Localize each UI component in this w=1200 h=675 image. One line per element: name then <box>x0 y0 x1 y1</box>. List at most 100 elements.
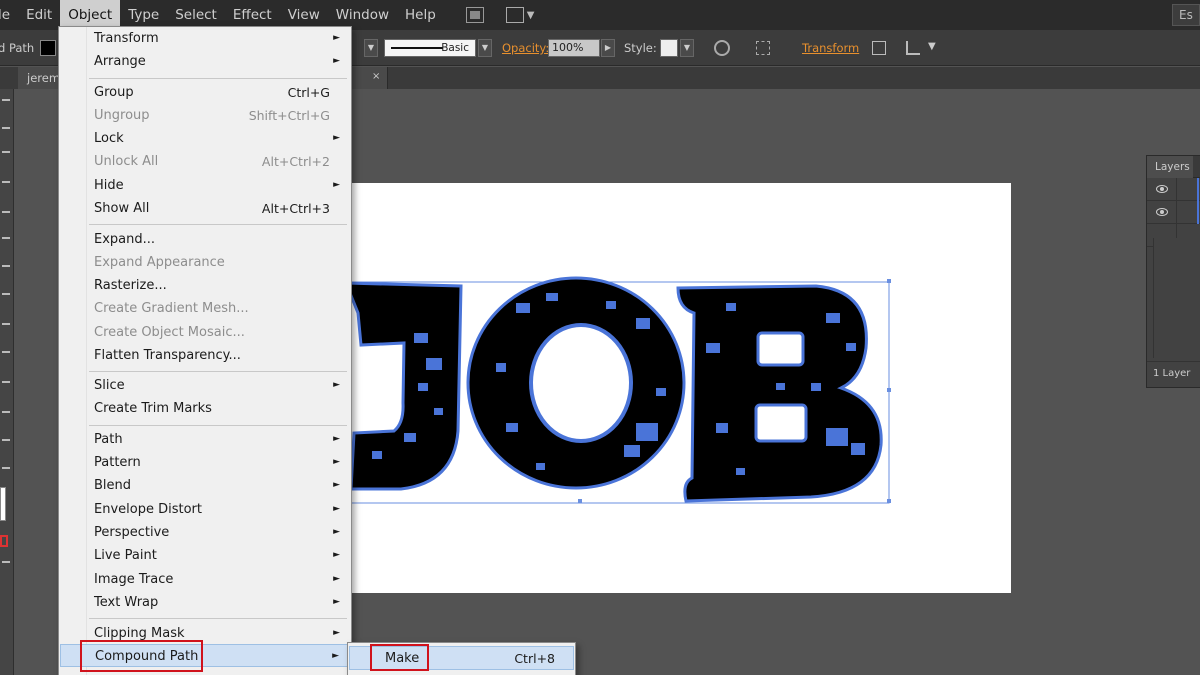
menu-item-live-paint[interactable]: Live Paint ► <box>60 544 350 567</box>
lock-column[interactable] <box>1176 201 1177 224</box>
eye-icon[interactable] <box>1156 208 1168 216</box>
arrange-documents-icon[interactable] <box>505 7 524 23</box>
submenu-arrow-icon: ► <box>333 480 340 490</box>
selection-handle <box>887 279 891 283</box>
screen-mode-icon[interactable] <box>2 561 10 563</box>
menu-item-perspective[interactable]: Perspective ► <box>60 521 350 544</box>
menu-item-rasterize[interactable]: Rasterize... <box>60 274 350 297</box>
menu-item-path[interactable]: Path ► <box>60 428 350 451</box>
letter-b-lower-counter <box>754 403 808 443</box>
compound-path-submenu: Make Ctrl+8 <box>347 642 576 675</box>
gradient-tool-icon[interactable] <box>2 467 10 469</box>
menu-item-group[interactable]: Group Ctrl+G <box>60 81 350 104</box>
menu-item-flatten-transparency[interactable]: Flatten Transparency... <box>60 344 350 367</box>
scale-tool-icon[interactable] <box>2 381 10 383</box>
menu-item-slice[interactable]: Slice ► <box>60 374 350 397</box>
style-label: Style: <box>624 41 657 55</box>
layers-count: 1 Layer <box>1147 361 1200 387</box>
stroke-weight-dropdown[interactable]: ▼ <box>364 39 378 57</box>
submenu-arrow-icon: ► <box>333 133 340 143</box>
recolor-artwork-icon[interactable] <box>714 40 730 56</box>
line-tool-icon[interactable] <box>2 237 10 239</box>
menu-item-image-trace[interactable]: Image Trace ► <box>60 568 350 591</box>
layer-row[interactable] <box>1147 178 1200 201</box>
rotate-tool-icon[interactable] <box>2 351 10 353</box>
transform-link[interactable]: Transform <box>802 41 859 55</box>
variable-width-profile[interactable]: Basic <box>384 39 476 57</box>
pen-tool-icon[interactable] <box>2 181 10 183</box>
menu-separator <box>89 618 347 619</box>
menu-help[interactable]: Help <box>397 0 444 30</box>
direct-selection-tool-icon[interactable] <box>2 127 10 129</box>
submenu-arrow-icon: ► <box>332 651 339 661</box>
job-artwork[interactable] <box>306 183 1011 593</box>
opacity-dropdown[interactable]: ▶ <box>601 39 615 57</box>
letter-o-counter <box>529 323 633 443</box>
menu-item-blend[interactable]: Blend ► <box>60 474 350 497</box>
submenu-arrow-icon: ► <box>333 574 340 584</box>
layer-row[interactable] <box>1147 201 1200 224</box>
layers-tab[interactable]: Layers <box>1147 156 1193 178</box>
bridge-icon[interactable] <box>465 7 484 23</box>
menu-item-expand-appearance: Expand Appearance <box>94 255 225 270</box>
letter-b <box>676 284 883 503</box>
menu-item-envelope-distort[interactable]: Envelope Distort ► <box>60 498 350 521</box>
menu-item-create-trim-marks[interactable]: Create Trim Marks <box>60 397 350 420</box>
chevron-down-icon[interactable]: ▼ <box>527 10 535 21</box>
tools-panel <box>0 89 14 675</box>
chevron-down-icon[interactable]: ▼ <box>928 41 936 52</box>
layers-panel: Layers 1 Layer <box>1146 155 1200 388</box>
magic-wand-tool-icon[interactable] <box>2 151 10 153</box>
submenu-arrow-icon: ► <box>333 33 340 43</box>
layers-panel-header: Layers <box>1147 156 1200 178</box>
menu-file[interactable]: le <box>0 0 18 30</box>
none-icon[interactable] <box>0 535 8 547</box>
menu-item-ungroup: Ungroup Shift+Ctrl+G <box>60 104 350 127</box>
menu-item-expand[interactable]: Expand... <box>60 228 350 251</box>
layers-list <box>1153 238 1200 358</box>
make-callout <box>370 644 429 671</box>
eye-icon[interactable] <box>1156 185 1168 193</box>
menu-item-pattern[interactable]: Pattern ► <box>60 451 350 474</box>
opacity-link[interactable]: Opacity: <box>502 41 549 55</box>
shortcut-label: Ctrl+8 <box>514 651 555 666</box>
shape-builder-tool-icon[interactable] <box>2 439 10 441</box>
menu-item-lock[interactable]: Lock ► <box>60 127 350 150</box>
menu-edit[interactable]: Edit <box>18 0 60 30</box>
style-dropdown[interactable]: ▼ <box>680 39 694 57</box>
type-tool-icon[interactable] <box>2 211 10 213</box>
pencil-tool-icon[interactable] <box>2 323 10 325</box>
menu-item-text-wrap[interactable]: Text Wrap ► <box>60 591 350 614</box>
isolate-icon[interactable] <box>906 41 920 55</box>
submenu-arrow-icon: ► <box>333 457 340 467</box>
menu-item-unlock-all: Unlock All Alt+Ctrl+2 <box>60 150 350 173</box>
selection-tool-icon[interactable] <box>2 99 10 101</box>
brush-tool-icon[interactable] <box>2 293 10 295</box>
menu-item-show-all[interactable]: Show All Alt+Ctrl+3 <box>60 197 350 220</box>
submenu-arrow-icon: ► <box>333 504 340 514</box>
fill-stroke-swatch[interactable] <box>0 487 6 521</box>
stroke-profile-label: Basic <box>441 42 469 54</box>
workspace-switcher[interactable]: Es <box>1172 4 1200 26</box>
close-icon[interactable]: × <box>372 71 380 82</box>
fill-swatch[interactable] <box>40 40 56 56</box>
shortcut-label: Ctrl+G <box>287 85 330 100</box>
selection-type-label: d Path <box>0 41 35 55</box>
profile-dropdown[interactable]: ▼ <box>478 39 492 57</box>
graphic-style-swatch[interactable] <box>660 39 678 57</box>
menu-item-transform[interactable]: Transform ► <box>60 27 350 50</box>
submenu-arrow-icon: ► <box>333 628 340 638</box>
submenu-arrow-icon: ► <box>333 180 340 190</box>
menu-item-hide[interactable]: Hide ► <box>60 174 350 197</box>
submenu-arrow-icon: ► <box>333 597 340 607</box>
transform-icon[interactable] <box>872 41 886 55</box>
document-tab-title: jerem <box>27 71 61 85</box>
opacity-field[interactable]: 100% <box>548 39 600 57</box>
width-tool-icon[interactable] <box>2 411 10 413</box>
lock-column[interactable] <box>1176 178 1177 201</box>
menu-item-arrange[interactable]: Arrange ► <box>60 50 350 73</box>
rectangle-tool-icon[interactable] <box>2 265 10 267</box>
align-to-icon[interactable] <box>756 41 770 55</box>
artboard[interactable] <box>306 183 1011 593</box>
menu-separator <box>89 78 347 79</box>
